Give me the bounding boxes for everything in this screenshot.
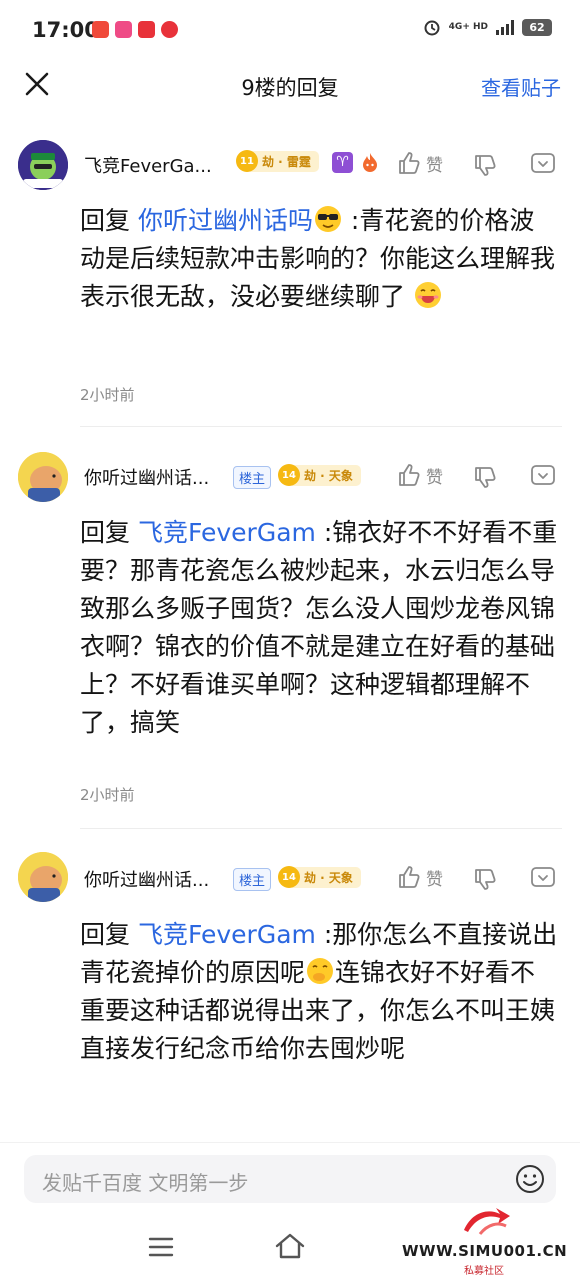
- watermark-text: WWW.SIMU001.CN: [402, 1242, 568, 1260]
- app-notification-icon: [115, 21, 132, 38]
- view-post-link[interactable]: 查看贴子: [481, 72, 561, 101]
- reply-content: :锦衣好不不好看不重要？那青花瓷怎么被炒起来，水云归怎么导致那么多贩子囤货？怎么…: [80, 518, 558, 737]
- username[interactable]: 你听过幽州话...: [84, 464, 209, 490]
- reply-item: 你听过幽州话... 楼主 14 劫 · 天象 赞 回复 飞竞FeverGam :…: [0, 440, 580, 832]
- header: 9楼的回复 查看贴子: [0, 62, 580, 108]
- avatar-image: [18, 452, 68, 502]
- reply-input[interactable]: 发贴千百度 文明第一步: [24, 1155, 556, 1203]
- like-label: 赞: [426, 467, 443, 488]
- home-icon[interactable]: [274, 1232, 306, 1260]
- reply-text: 回复 飞竞FeverGam :那你怎么不直接说出青花瓷掉价的原因呢 连锦衣好不好看…: [80, 916, 558, 1068]
- avatar-image: [18, 140, 68, 190]
- username[interactable]: 你听过幽州话...: [84, 866, 209, 892]
- reply-item: 你听过幽州话... 楼主 14 劫 · 天象 赞 回复 飞竞FeverGam :…: [0, 840, 580, 1140]
- owner-tag: 楼主: [233, 466, 272, 489]
- battery-icon: 62: [522, 18, 552, 36]
- emoji-picker-icon[interactable]: [514, 1163, 546, 1195]
- thumb-up-icon: [399, 866, 420, 888]
- owner-tag: 楼主: [233, 868, 272, 891]
- more-options-icon[interactable]: [530, 151, 556, 177]
- reply-prefix: 回复: [80, 206, 131, 235]
- grinning-emoji-icon: [414, 282, 441, 308]
- user-level-badge: 14 劫 · 天象: [278, 464, 361, 486]
- mention-link[interactable]: 飞竞FeverGam: [138, 920, 316, 949]
- reply-item: 飞竞FeverGa... 11 劫 · 雷霆 ♈ 赞 回复 你听过幽州话吗 :青…: [0, 132, 580, 432]
- input-placeholder: 发贴千百度 文明第一步: [42, 1171, 249, 1195]
- user-level-badge: 11 劫 · 雷霆: [236, 150, 319, 172]
- notification-icons: [92, 21, 178, 38]
- user-level-badge: 14 劫 · 天象: [278, 866, 361, 888]
- like-button[interactable]: 赞: [396, 150, 443, 176]
- more-options-icon[interactable]: [530, 865, 556, 891]
- avatar-image: [18, 852, 68, 902]
- aries-icon: ♈: [332, 152, 353, 173]
- app-notification-icon: [138, 21, 155, 38]
- mention-link[interactable]: 你听过幽州话吗: [138, 206, 313, 235]
- reply-text: 回复 你听过幽州话吗 :青花瓷的价格波动是后续短款冲击影响的？你能这么理解我表示…: [80, 202, 558, 316]
- face-hand-over-mouth-emoji-icon: [307, 958, 334, 984]
- signal-icon: [496, 19, 514, 35]
- status-time: 17:00: [32, 18, 99, 42]
- menu-icon[interactable]: [148, 1236, 174, 1258]
- reply-time: 2小时前: [80, 786, 135, 804]
- reply-time: 2小时前: [80, 386, 135, 404]
- thumb-down-icon[interactable]: [472, 152, 498, 178]
- sunglasses-emoji-icon: [314, 206, 341, 232]
- reply-text: 回复 飞竞FeverGam :锦衣好不不好看不重要？那青花瓷怎么被炒起来，水云归…: [80, 514, 558, 742]
- avatar[interactable]: [18, 452, 68, 502]
- like-label: 赞: [426, 869, 443, 890]
- level-title: 劫 · 雷霆: [250, 150, 319, 172]
- divider: [80, 426, 562, 427]
- avatar[interactable]: [18, 852, 68, 902]
- reply-prefix: 回复: [80, 920, 131, 949]
- reply-prefix: 回复: [80, 518, 131, 547]
- system-nav-bar: WWW.SIMU001.CN 私募社区: [0, 1208, 580, 1282]
- level-number: 14: [278, 464, 300, 486]
- alarm-icon: [424, 20, 440, 36]
- level-title: 劫 · 天象: [292, 866, 361, 888]
- status-indicators: 4G+ HD 62: [423, 18, 552, 36]
- like-label: 赞: [426, 155, 443, 176]
- avatar[interactable]: [18, 140, 68, 190]
- thumb-up-icon: [399, 152, 420, 174]
- fire-badge-icon: [363, 153, 377, 172]
- level-number: 11: [236, 150, 258, 172]
- level-title: 劫 · 天象: [292, 464, 361, 486]
- level-number: 14: [278, 866, 300, 888]
- watermark-subtext: 私募社区: [464, 1266, 504, 1277]
- mention-link[interactable]: 飞竞FeverGam: [138, 518, 316, 547]
- like-button[interactable]: 赞: [396, 864, 443, 890]
- watermark-logo-icon: [464, 1208, 510, 1235]
- more-options-icon[interactable]: [530, 463, 556, 489]
- thumb-down-icon[interactable]: [472, 866, 498, 892]
- thumb-up-icon: [399, 464, 420, 486]
- like-button[interactable]: 赞: [396, 462, 443, 488]
- network-type: 4G+ HD: [448, 22, 488, 32]
- divider: [80, 828, 562, 829]
- app-notification-icon: [161, 21, 178, 38]
- status-bar: 17:00 4G+ HD 62: [0, 0, 580, 62]
- watermark: WWW.SIMU001.CN 私募社区: [402, 1208, 578, 1278]
- thumb-down-icon[interactable]: [472, 464, 498, 490]
- app-notification-icon: [92, 21, 109, 38]
- username[interactable]: 飞竞FeverGa...: [84, 152, 212, 178]
